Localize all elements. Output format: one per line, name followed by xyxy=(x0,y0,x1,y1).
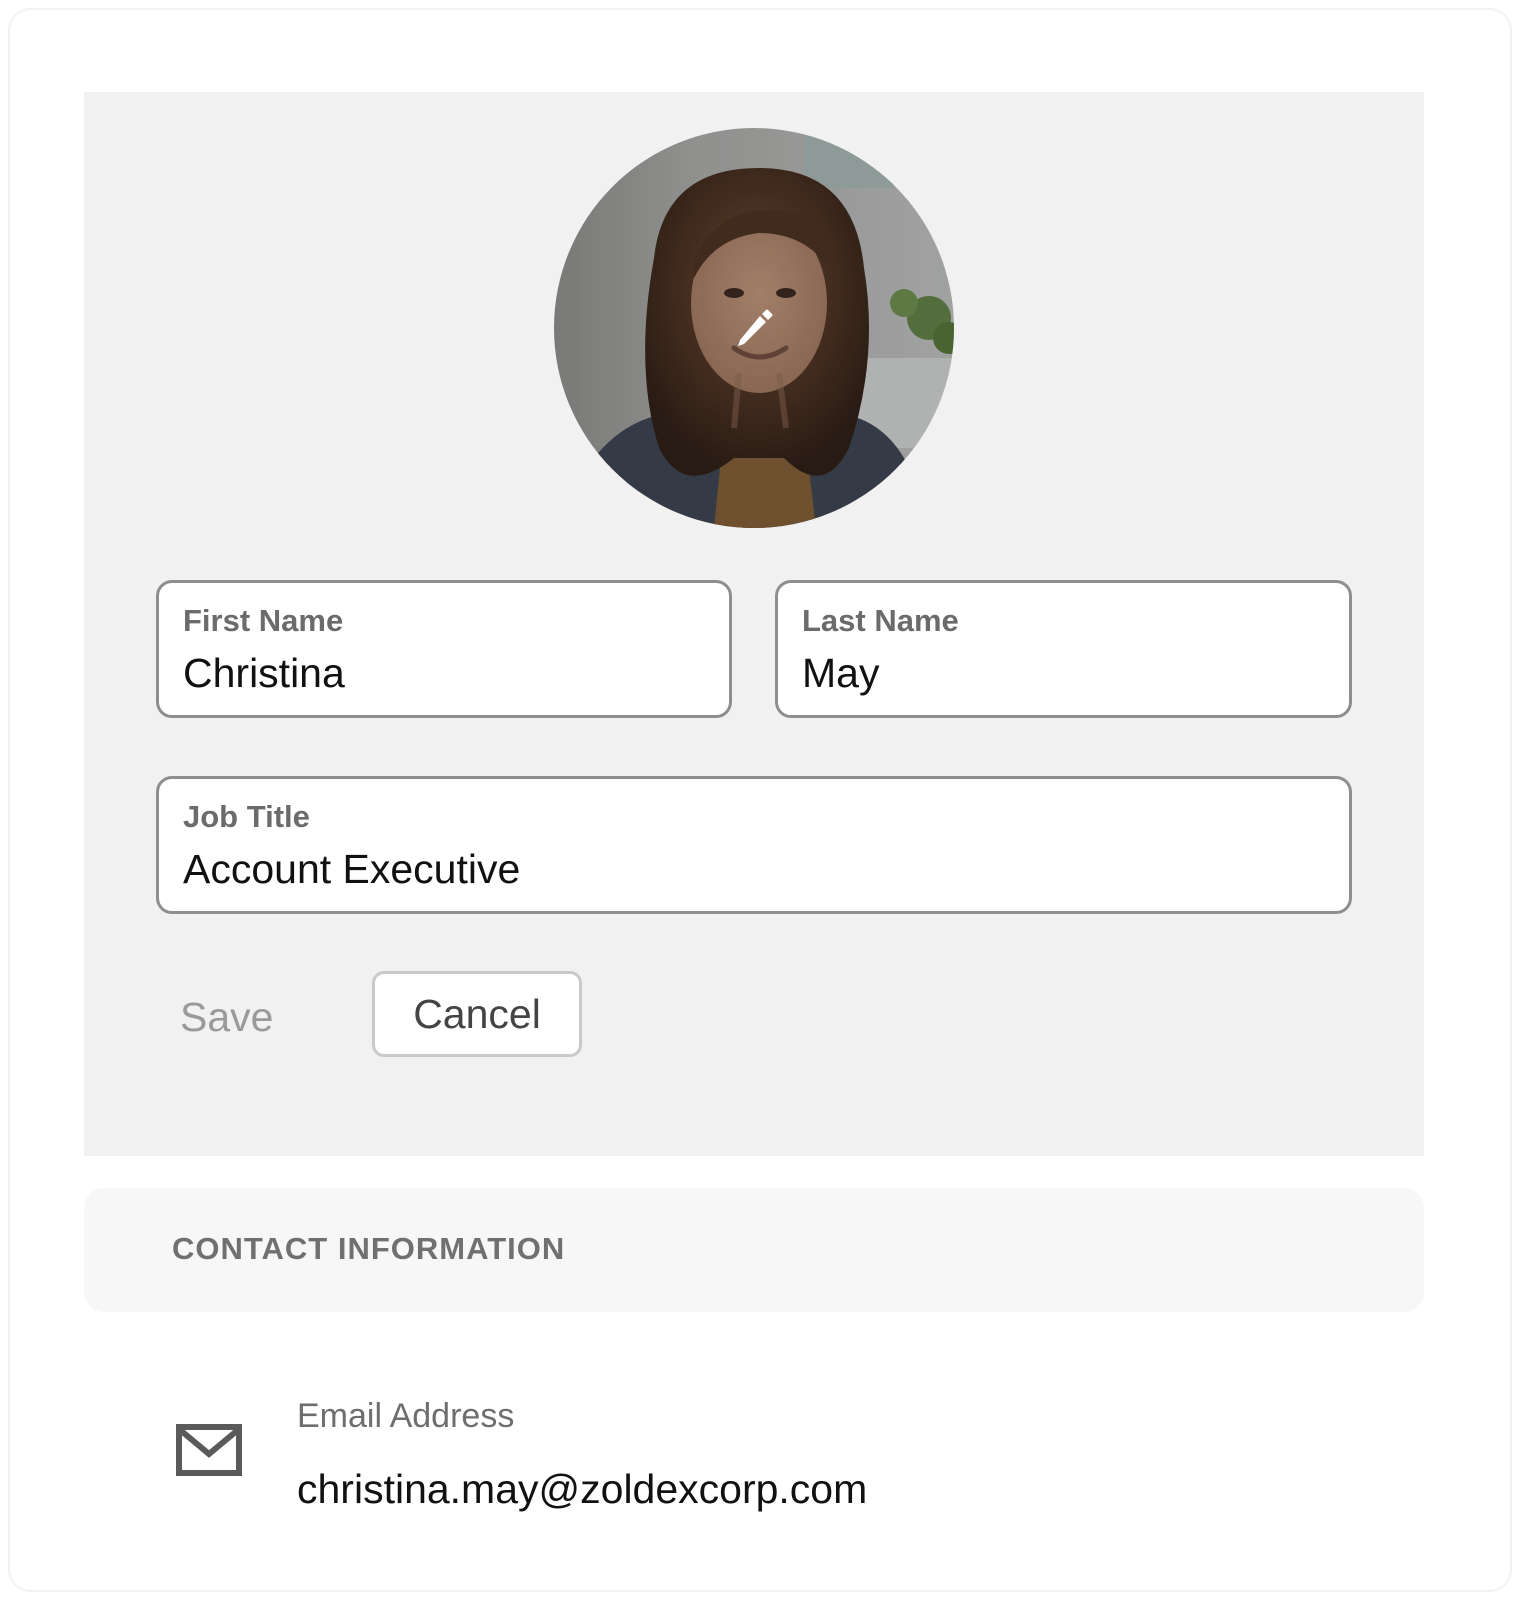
cancel-button[interactable]: Cancel xyxy=(372,971,582,1057)
avatar[interactable] xyxy=(554,128,954,528)
contact-section-header: CONTACT INFORMATION xyxy=(84,1188,1424,1312)
pencil-icon[interactable] xyxy=(724,298,784,358)
profile-edit-panel: First Name Christina Last Name May Job T… xyxy=(84,92,1424,1156)
last-name-input[interactable]: May xyxy=(802,649,1325,697)
job-title-input[interactable]: Account Executive xyxy=(183,845,1325,893)
save-button[interactable]: Save xyxy=(180,987,300,1047)
contact-section-title: CONTACT INFORMATION xyxy=(172,1231,566,1266)
first-name-field[interactable]: First Name Christina xyxy=(156,580,732,718)
first-name-label: First Name xyxy=(183,603,344,638)
last-name-field[interactable]: Last Name May xyxy=(775,580,1352,718)
email-address-label: Email Address xyxy=(297,1397,515,1435)
job-title-label: Job Title xyxy=(183,799,310,834)
envelope-icon xyxy=(176,1424,242,1476)
first-name-input[interactable]: Christina xyxy=(183,649,705,697)
job-title-field[interactable]: Job Title Account Executive xyxy=(156,776,1352,914)
email-address-value[interactable]: christina.may@zoldexcorp.com xyxy=(297,1465,867,1513)
last-name-label: Last Name xyxy=(802,603,959,638)
